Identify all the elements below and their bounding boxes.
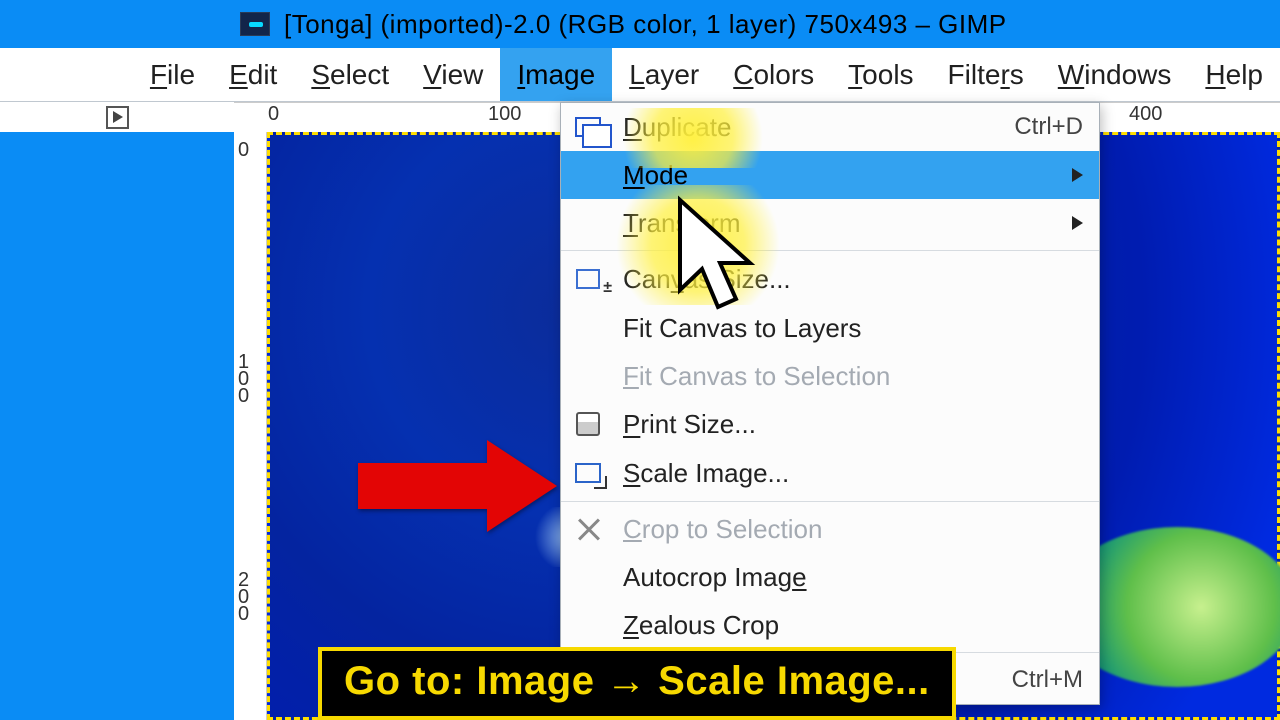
vruler-tick-100: 100 — [238, 354, 249, 405]
menu-tools[interactable]: Tools — [831, 48, 930, 101]
image-dropdown: Duplicate Ctrl+D Mode Transform Canvas S… — [560, 102, 1100, 705]
menu-item-fit-canvas-layers[interactable]: Fit Canvas to Layers — [561, 304, 1099, 352]
menu-view[interactable]: View — [406, 48, 500, 101]
title-bar: [Tonga] (imported)-2.0 (RGB color, 1 lay… — [0, 0, 1280, 48]
shortcut-duplicate: Ctrl+D — [1014, 113, 1083, 141]
menu-select[interactable]: Select — [294, 48, 406, 101]
scale-image-icon — [571, 458, 605, 488]
red-arrow-annotation — [358, 440, 557, 532]
menu-item-canvas-size[interactable]: Canvas Size... — [561, 254, 1099, 304]
cursor-icon — [670, 195, 770, 325]
menu-colors[interactable]: Colors — [716, 48, 831, 101]
menu-item-print-size[interactable]: Print Size... — [561, 400, 1099, 448]
menu-item-transform[interactable]: Transform — [561, 199, 1099, 247]
menu-bar: File Edit Select View Image Layer Colors… — [0, 48, 1280, 102]
hruler-tick-400: 400 — [1129, 103, 1162, 126]
menu-help[interactable]: Help — [1188, 48, 1280, 101]
print-size-icon — [571, 409, 605, 439]
menu-item-fit-canvas-selection: Fit Canvas to Selection — [561, 352, 1099, 400]
menu-item-mode[interactable]: Mode — [561, 151, 1099, 199]
menu-edit[interactable]: Edit — [212, 48, 294, 101]
menu-image[interactable]: Image — [500, 48, 612, 101]
menu-item-crop-selection: Crop to Selection — [561, 505, 1099, 553]
window-title: [Tonga] (imported)-2.0 (RGB color, 1 lay… — [284, 9, 1007, 40]
vertical-ruler: 0 100 200 — [234, 132, 267, 720]
menu-item-autocrop[interactable]: Autocrop Image — [561, 553, 1099, 601]
hruler-tick-0: 0 — [268, 103, 279, 126]
instruction-caption: Go to: Image → Scale Image... — [318, 647, 956, 720]
vruler-tick-200: 200 — [238, 572, 249, 623]
hruler-tick-100: 100 — [488, 103, 521, 126]
vruler-tick-0: 0 — [238, 142, 249, 159]
app-icon — [240, 12, 270, 36]
menu-windows[interactable]: Windows — [1041, 48, 1189, 101]
menu-item-duplicate[interactable]: Duplicate Ctrl+D — [561, 103, 1099, 151]
duplicate-icon — [571, 112, 605, 142]
crop-icon — [571, 514, 605, 544]
shortcut-flatten: Ctrl+M — [1012, 666, 1083, 694]
ruler-origin-button[interactable] — [106, 106, 129, 129]
menu-item-scale-image[interactable]: Scale Image... — [561, 448, 1099, 498]
canvas-size-icon — [571, 264, 605, 294]
submenu-arrow-icon — [1072, 168, 1083, 182]
menu-file[interactable]: File — [133, 48, 212, 101]
menu-layer[interactable]: Layer — [612, 48, 716, 101]
menu-filters[interactable]: Filters — [931, 48, 1041, 101]
submenu-arrow-icon — [1072, 216, 1083, 230]
menu-item-zealous-crop[interactable]: Zealous Crop — [561, 601, 1099, 649]
